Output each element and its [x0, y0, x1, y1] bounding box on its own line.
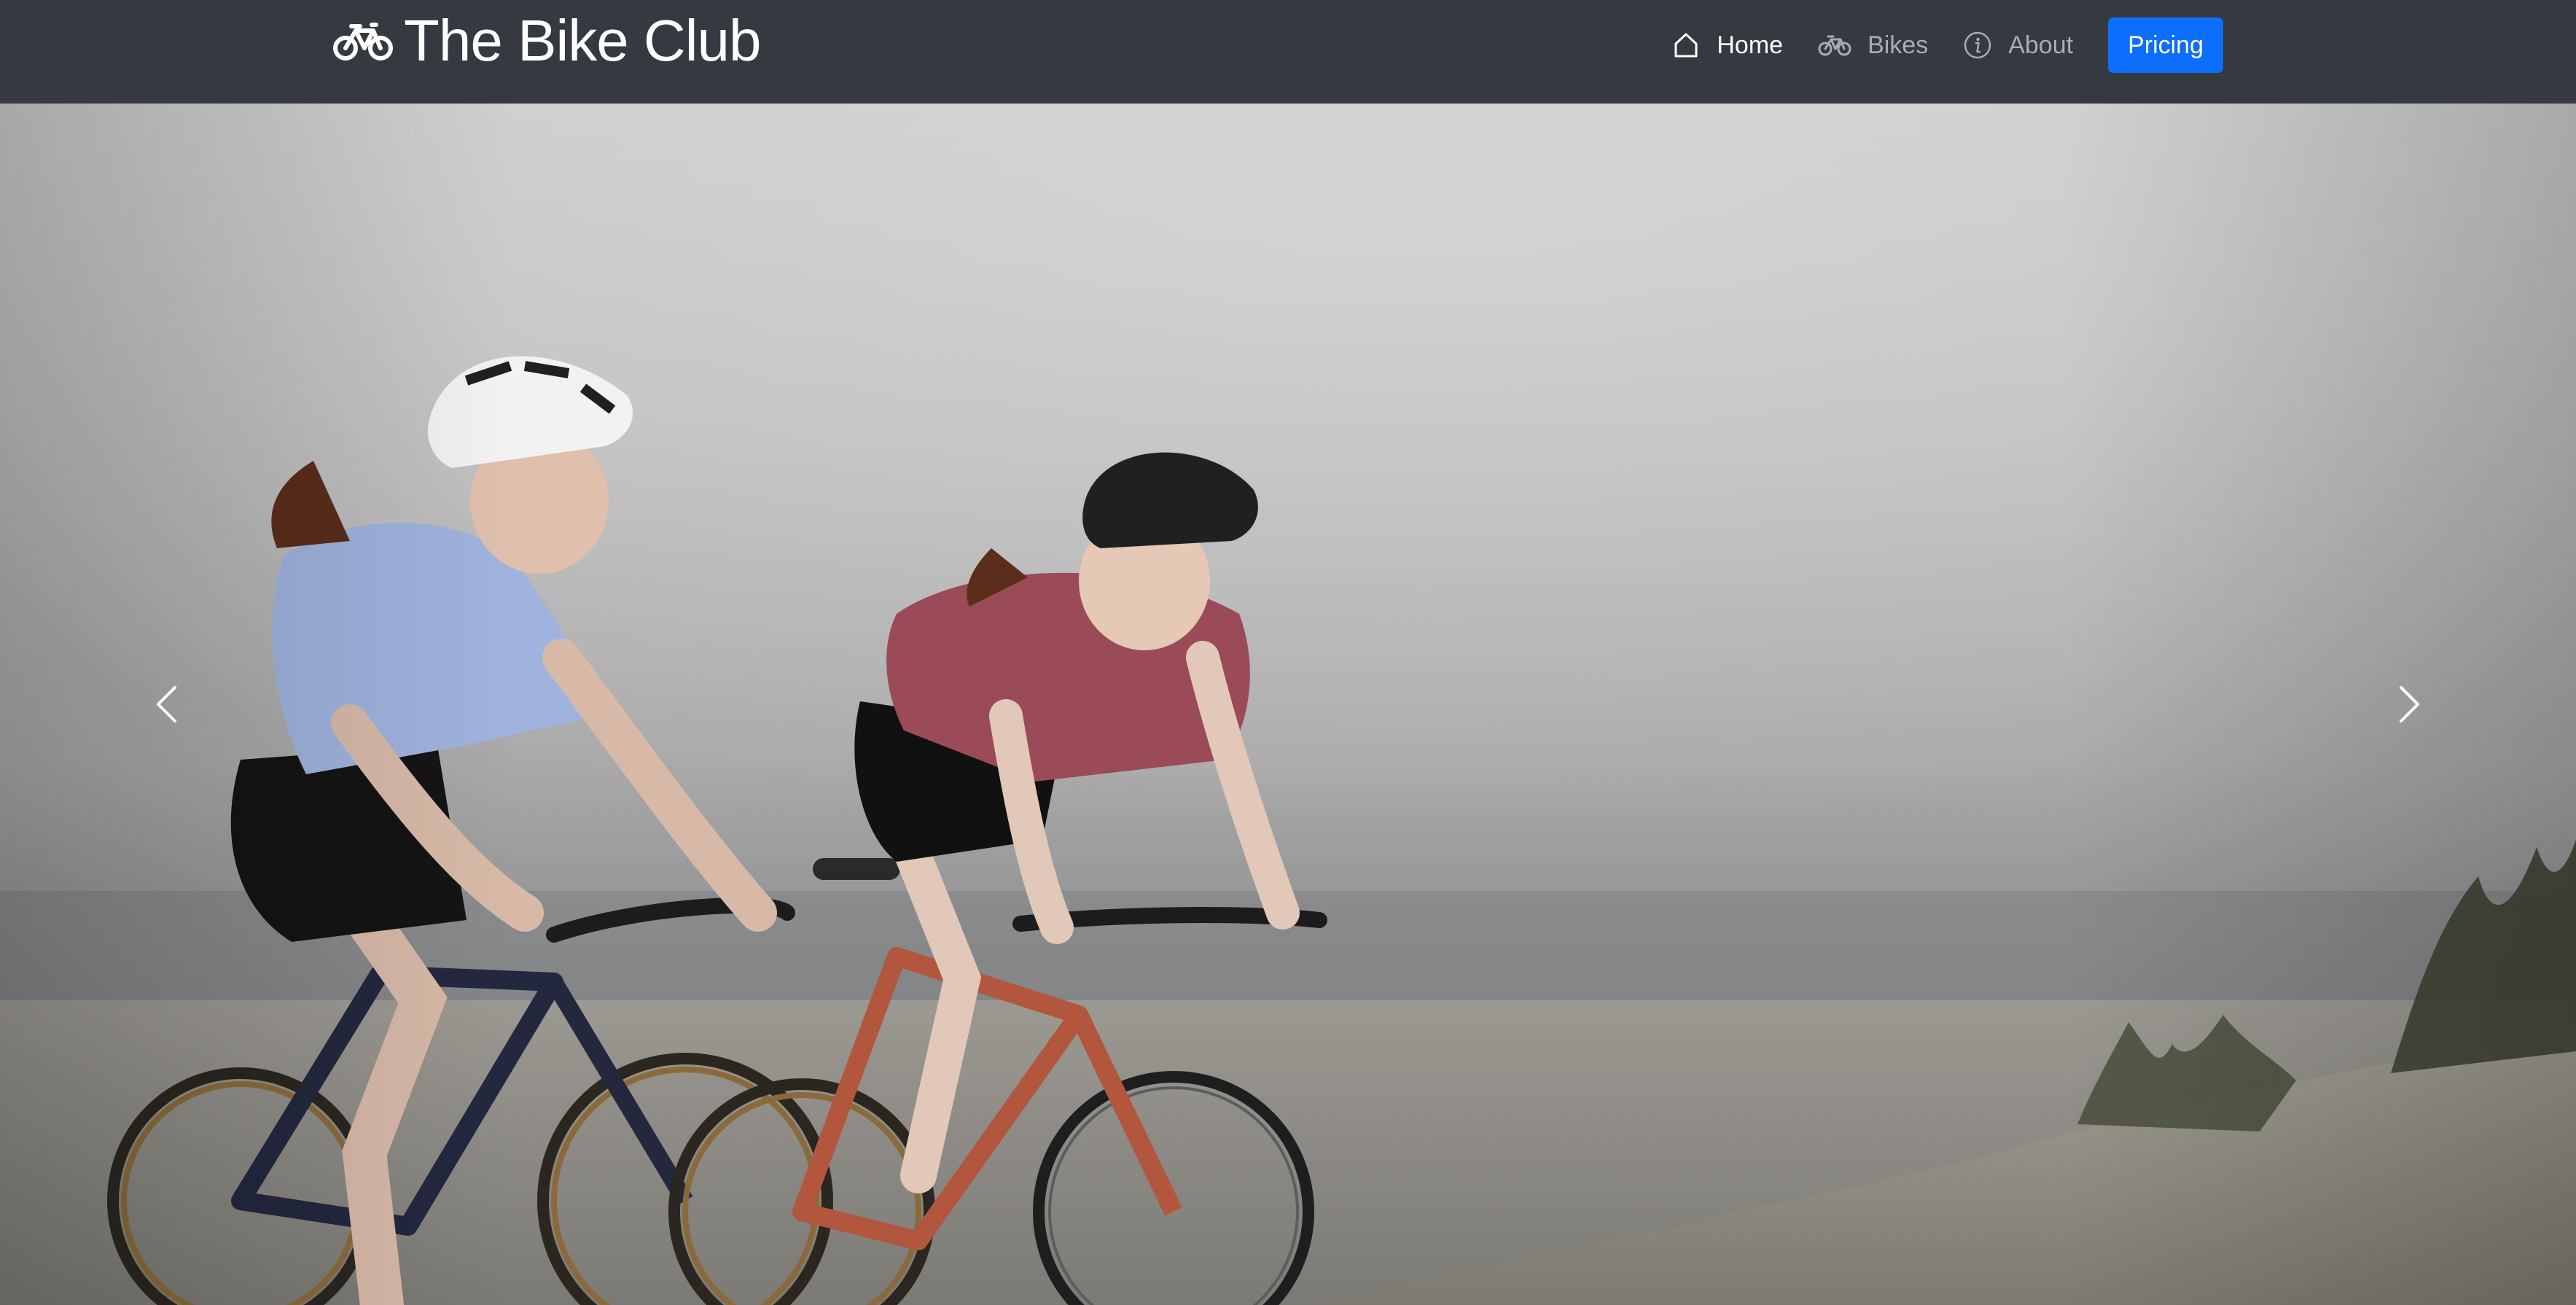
chevron-left-icon: [157, 686, 176, 722]
info-circle-icon: [1964, 31, 1991, 59]
bicycle-icon: [1818, 35, 1851, 56]
hero-carousel: [0, 104, 2576, 1305]
nav-link-label: Bikes: [1867, 31, 1929, 59]
bicycle-icon: [333, 23, 393, 61]
nav-link-bikes[interactable]: Bikes: [1800, 17, 1945, 73]
nav-link-about[interactable]: About: [1945, 17, 2091, 73]
brand-title: The Bike Club: [404, 8, 761, 73]
nav-link-label: About: [2008, 31, 2074, 59]
main-nav: Home Bikes About Pricing: [1654, 17, 2223, 73]
nav-link-label: Home: [1717, 31, 1784, 59]
carousel-next-button[interactable]: [2241, 104, 2576, 1305]
brand-link[interactable]: The Bike Club: [332, 4, 761, 77]
hero-photo: [0, 104, 2576, 1305]
nav-link-home[interactable]: Home: [1654, 17, 1800, 73]
house-icon: [1674, 33, 1698, 58]
carousel-prev-button[interactable]: [0, 104, 335, 1305]
chevron-right-icon: [2400, 686, 2419, 722]
pricing-button[interactable]: Pricing: [2108, 17, 2223, 73]
navbar: The Bike Club Home Bikes About Pricing: [0, 0, 2576, 104]
